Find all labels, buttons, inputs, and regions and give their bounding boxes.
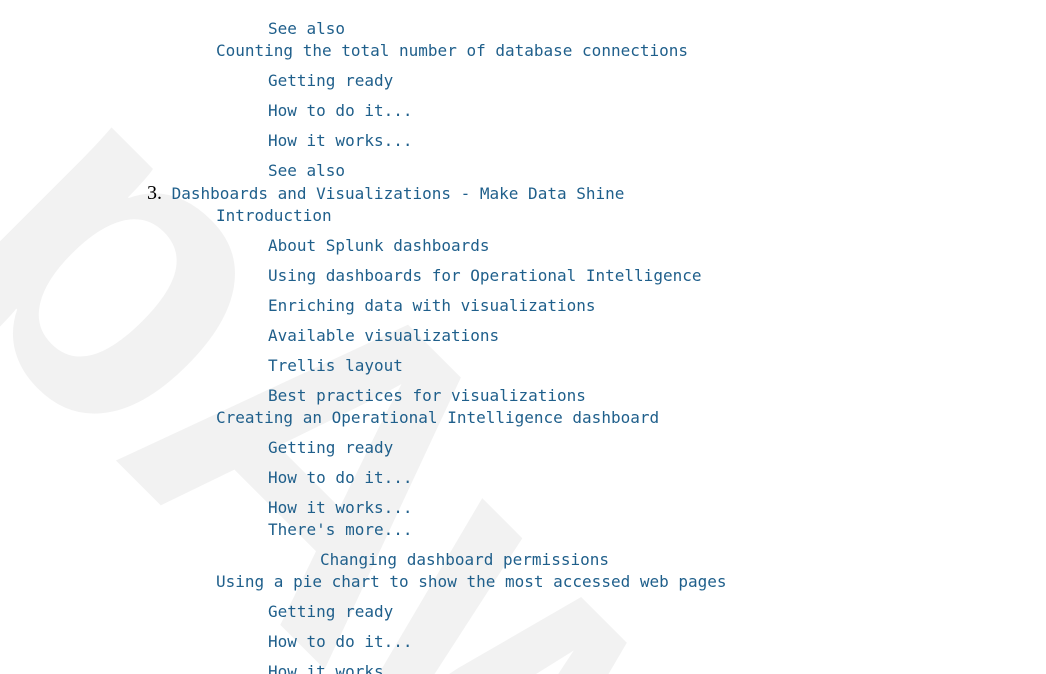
toc-link-changing-permissions[interactable]: Changing dashboard permissions	[320, 550, 609, 569]
toc-chapter-row: 3. Dashboards and Visualizations - Make …	[0, 182, 1046, 205]
toc-link-see-also[interactable]: See also	[268, 161, 345, 180]
toc-link-best-practices[interactable]: Best practices for visualizations	[268, 386, 586, 405]
toc-link-creating-dashboard[interactable]: Creating an Operational Intelligence das…	[216, 408, 659, 427]
toc-link-how-to-do-it[interactable]: How to do it...	[268, 101, 413, 120]
toc-link-introduction[interactable]: Introduction	[216, 206, 332, 225]
toc-link-how-it-works[interactable]: How it works...	[268, 662, 413, 674]
toc-link-trellis-layout[interactable]: Trellis layout	[268, 356, 403, 375]
toc-link-using-dashboards[interactable]: Using dashboards for Operational Intelli…	[268, 266, 701, 285]
toc-link-see-also[interactable]: See also	[268, 19, 345, 38]
chapter-number: 3.	[128, 182, 162, 204]
toc-link-getting-ready[interactable]: Getting ready	[268, 602, 393, 621]
table-of-contents: See also Counting the total number of da…	[0, 0, 1046, 674]
toc-link-theres-more[interactable]: There's more...	[268, 520, 413, 539]
toc-link-how-to-do-it[interactable]: How to do it...	[268, 468, 413, 487]
toc-link-how-it-works[interactable]: How it works...	[268, 131, 413, 150]
toc-link-how-it-works[interactable]: How it works...	[268, 498, 413, 517]
toc-link-counting-connections[interactable]: Counting the total number of database co…	[216, 41, 688, 60]
toc-link-getting-ready[interactable]: Getting ready	[268, 71, 393, 90]
toc-link-enriching-data[interactable]: Enriching data with visualizations	[268, 296, 596, 315]
toc-link-chapter-3[interactable]: Dashboards and Visualizations - Make Dat…	[172, 184, 625, 203]
toc-link-how-to-do-it[interactable]: How to do it...	[268, 632, 413, 651]
toc-link-getting-ready[interactable]: Getting ready	[268, 438, 393, 457]
toc-link-about-dashboards[interactable]: About Splunk dashboards	[268, 236, 490, 255]
toc-link-pie-chart[interactable]: Using a pie chart to show the most acces…	[216, 572, 727, 591]
toc-link-available-visualizations[interactable]: Available visualizations	[268, 326, 499, 345]
